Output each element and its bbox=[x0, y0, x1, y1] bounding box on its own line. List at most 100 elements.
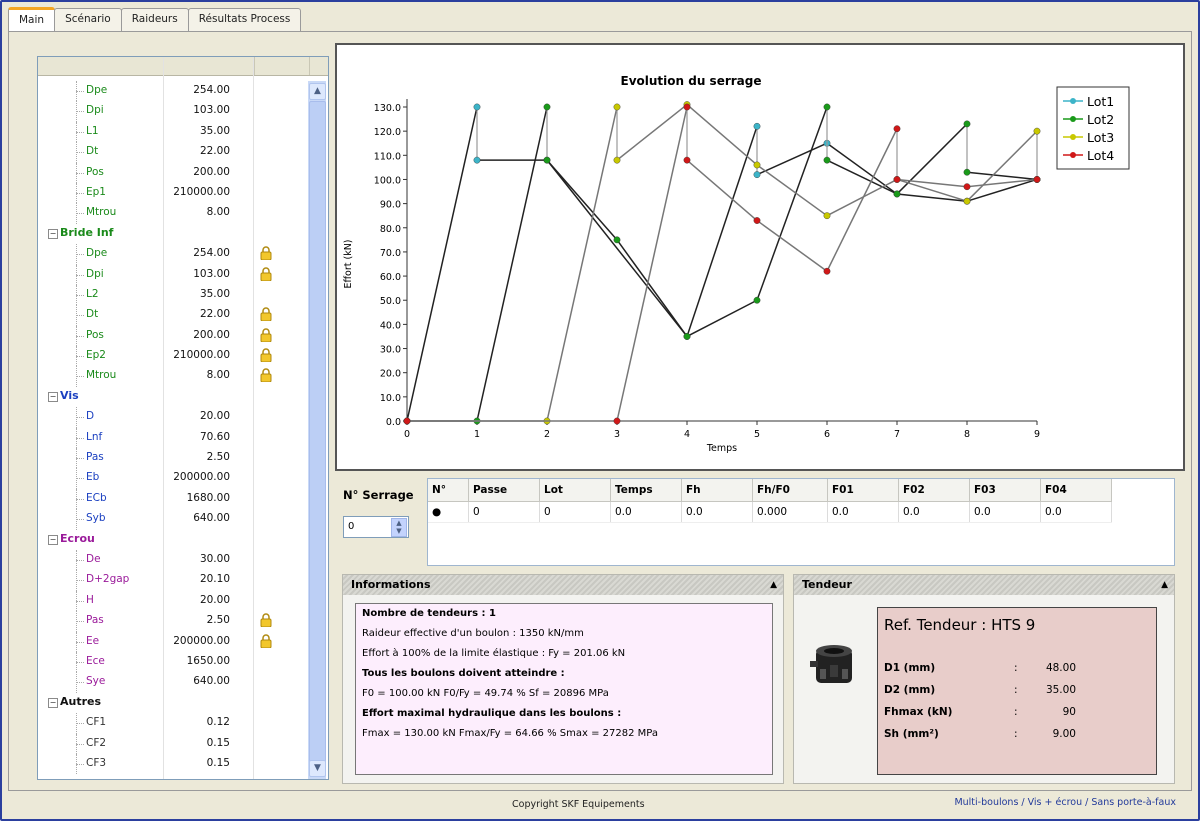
scroll-thumb[interactable] bbox=[309, 101, 326, 763]
x-tick-label: 9 bbox=[1034, 429, 1040, 440]
tree-item-value[interactable]: 103.00 bbox=[166, 268, 230, 280]
tree-item-value[interactable]: 2.50 bbox=[166, 451, 230, 463]
tree-item[interactable]: Dpi 103.00 bbox=[38, 264, 308, 285]
tree-item[interactable]: ECb 1680.00 bbox=[38, 488, 308, 510]
column-header[interactable]: Temps bbox=[610, 479, 682, 502]
tree-item-value[interactable]: 0.15 bbox=[166, 737, 230, 749]
tree-item-value[interactable]: 20.10 bbox=[166, 573, 230, 585]
column-header[interactable]: F03 bbox=[969, 479, 1041, 502]
collapse-icon[interactable]: ▲ bbox=[1161, 575, 1168, 595]
informations-header[interactable]: Informations ▲ bbox=[343, 575, 783, 595]
tree-item-value[interactable]: 0.12 bbox=[166, 716, 230, 728]
tree-item-value[interactable]: 22.00 bbox=[166, 145, 230, 157]
tree-item[interactable]: Pos 200.00 bbox=[38, 325, 308, 347]
tree-item-value[interactable]: 254.00 bbox=[166, 247, 230, 259]
tree-item[interactable]: Ep2 210000.00 bbox=[38, 346, 308, 367]
tree-item[interactable]: CF3 0.15 bbox=[38, 753, 308, 775]
tab-raideurs[interactable]: Raideurs bbox=[120, 8, 189, 31]
collapse-toggle-icon[interactable]: − bbox=[48, 391, 58, 402]
tree-item-value[interactable]: 8.00 bbox=[166, 369, 230, 381]
tree-item-value[interactable]: 103.00 bbox=[166, 104, 230, 116]
spinner-arrows-icon[interactable]: ▲ ▼ bbox=[391, 518, 407, 537]
tree-item[interactable]: Sye 640.00 bbox=[38, 672, 308, 693]
serrage-spinner[interactable]: 0 ▲ ▼ bbox=[343, 516, 409, 538]
tree-item-value[interactable]: 35.00 bbox=[166, 125, 230, 137]
scroll-up-icon[interactable]: ▲ bbox=[309, 83, 326, 100]
tree-item[interactable]: De 30.00 bbox=[38, 549, 308, 571]
y-tick-label: 10.0 bbox=[380, 393, 401, 404]
column-header[interactable]: F04 bbox=[1040, 479, 1112, 502]
tree-item[interactable]: Dt 22.00 bbox=[38, 142, 308, 163]
tree-group[interactable]: − Bride Inf bbox=[38, 224, 308, 244]
tree-item-value[interactable]: 20.00 bbox=[166, 410, 230, 422]
tree-item[interactable]: Pos 200.00 bbox=[38, 162, 308, 183]
tree-item[interactable]: Dpe 254.00 bbox=[38, 244, 308, 265]
tab-resultats-process[interactable]: Résultats Process bbox=[187, 8, 302, 31]
tree-item[interactable]: L2 35.00 bbox=[38, 284, 308, 306]
tree-item[interactable]: Dpe 254.00 bbox=[38, 81, 308, 102]
tree-item-value[interactable]: 35.00 bbox=[166, 288, 230, 300]
tree-item[interactable]: Lnf 70.60 bbox=[38, 427, 308, 449]
tree-item-value[interactable]: 30.00 bbox=[166, 553, 230, 565]
tree-item[interactable]: Eb 200000.00 bbox=[38, 468, 308, 489]
tree-item-value[interactable]: 200000.00 bbox=[166, 635, 230, 647]
tree-item-value[interactable]: 0.15 bbox=[166, 757, 230, 769]
tree-item-label: Dt bbox=[86, 308, 99, 321]
tree-group[interactable]: − Autres bbox=[38, 693, 308, 713]
column-header[interactable]: Fh bbox=[681, 479, 753, 502]
column-header[interactable]: F01 bbox=[827, 479, 899, 502]
tree-item[interactable]: H 20.00 bbox=[38, 590, 308, 612]
collapse-toggle-icon[interactable]: − bbox=[48, 228, 58, 239]
tab-scenario[interactable]: Scénario bbox=[54, 8, 122, 31]
tree-item[interactable]: Ep1 210000.00 bbox=[38, 182, 308, 204]
tree-item[interactable]: Dt 22.00 bbox=[38, 305, 308, 326]
tree-item[interactable]: D+2gap 20.10 bbox=[38, 570, 308, 591]
tree-item-value[interactable]: 22.00 bbox=[166, 308, 230, 320]
tendeur-header[interactable]: Tendeur ▲ bbox=[794, 575, 1174, 595]
column-header[interactable]: Passe bbox=[468, 479, 540, 502]
tree-item[interactable]: Mtrou 8.00 bbox=[38, 203, 308, 224]
tendeur-row: D2 (mm): 35.00 bbox=[884, 684, 1076, 696]
tree-item-value[interactable]: 20.00 bbox=[166, 594, 230, 606]
column-header[interactable]: F02 bbox=[898, 479, 970, 502]
tree-item[interactable]: Ee 200000.00 bbox=[38, 631, 308, 652]
tree-item[interactable]: Syb 640.00 bbox=[38, 509, 308, 530]
tree-item[interactable]: L1 35.00 bbox=[38, 121, 308, 143]
tree-group[interactable]: − Ecrou bbox=[38, 530, 308, 550]
tree-item-value[interactable]: 200.00 bbox=[166, 329, 230, 341]
tree-item-value[interactable]: 70.60 bbox=[166, 431, 230, 443]
tree-item-value[interactable]: 1650.00 bbox=[166, 655, 230, 667]
tree-item[interactable]: Mtrou 8.00 bbox=[38, 366, 308, 387]
tree-item-value[interactable]: 210000.00 bbox=[166, 186, 230, 198]
tree-item[interactable]: CF1 0.12 bbox=[38, 713, 308, 734]
informations-title: Informations bbox=[351, 578, 431, 591]
column-header[interactable]: Lot bbox=[539, 479, 611, 502]
tree-item-label: L2 bbox=[86, 287, 99, 300]
collapse-icon[interactable]: ▲ bbox=[770, 575, 777, 595]
data-point-lot2 bbox=[613, 236, 621, 244]
tree-item[interactable]: Ece 1650.00 bbox=[38, 651, 308, 673]
tree-item[interactable]: Pas 2.50 bbox=[38, 448, 308, 469]
tree-item-value[interactable]: 200000.00 bbox=[166, 471, 230, 483]
tree-item-value[interactable]: 1680.00 bbox=[166, 492, 230, 504]
tree-item[interactable]: Dpi 103.00 bbox=[38, 101, 308, 122]
tree-item[interactable]: Pas 2.50 bbox=[38, 611, 308, 632]
scroll-down-icon[interactable]: ▼ bbox=[309, 760, 326, 777]
collapse-toggle-icon[interactable]: − bbox=[48, 534, 58, 545]
tree-item[interactable]: D 20.00 bbox=[38, 407, 308, 428]
column-header[interactable]: N° bbox=[428, 479, 469, 502]
tree-scrollbar[interactable]: ▲ ▼ bbox=[308, 81, 326, 779]
tab-main[interactable]: Main bbox=[8, 7, 56, 32]
tree-item-value[interactable]: 8.00 bbox=[166, 206, 230, 218]
collapse-toggle-icon[interactable]: − bbox=[48, 697, 58, 708]
tree-group[interactable]: − Vis bbox=[38, 387, 308, 407]
tree-item-value[interactable]: 254.00 bbox=[166, 84, 230, 96]
tree-item-value[interactable]: 640.00 bbox=[166, 512, 230, 524]
tree-item-value[interactable]: 2.50 bbox=[166, 614, 230, 626]
tree-item[interactable]: CF2 0.15 bbox=[38, 733, 308, 754]
tree-item-value[interactable]: 200.00 bbox=[166, 166, 230, 178]
column-header[interactable]: Fh/F0 bbox=[752, 479, 828, 502]
tree-item-value[interactable]: 640.00 bbox=[166, 675, 230, 687]
table-row[interactable]: ● 0 0 0.0 0.0 0.000 0.0 0.0 0.0 0.0 bbox=[428, 501, 1112, 523]
tree-item-value[interactable]: 210000.00 bbox=[166, 349, 230, 361]
